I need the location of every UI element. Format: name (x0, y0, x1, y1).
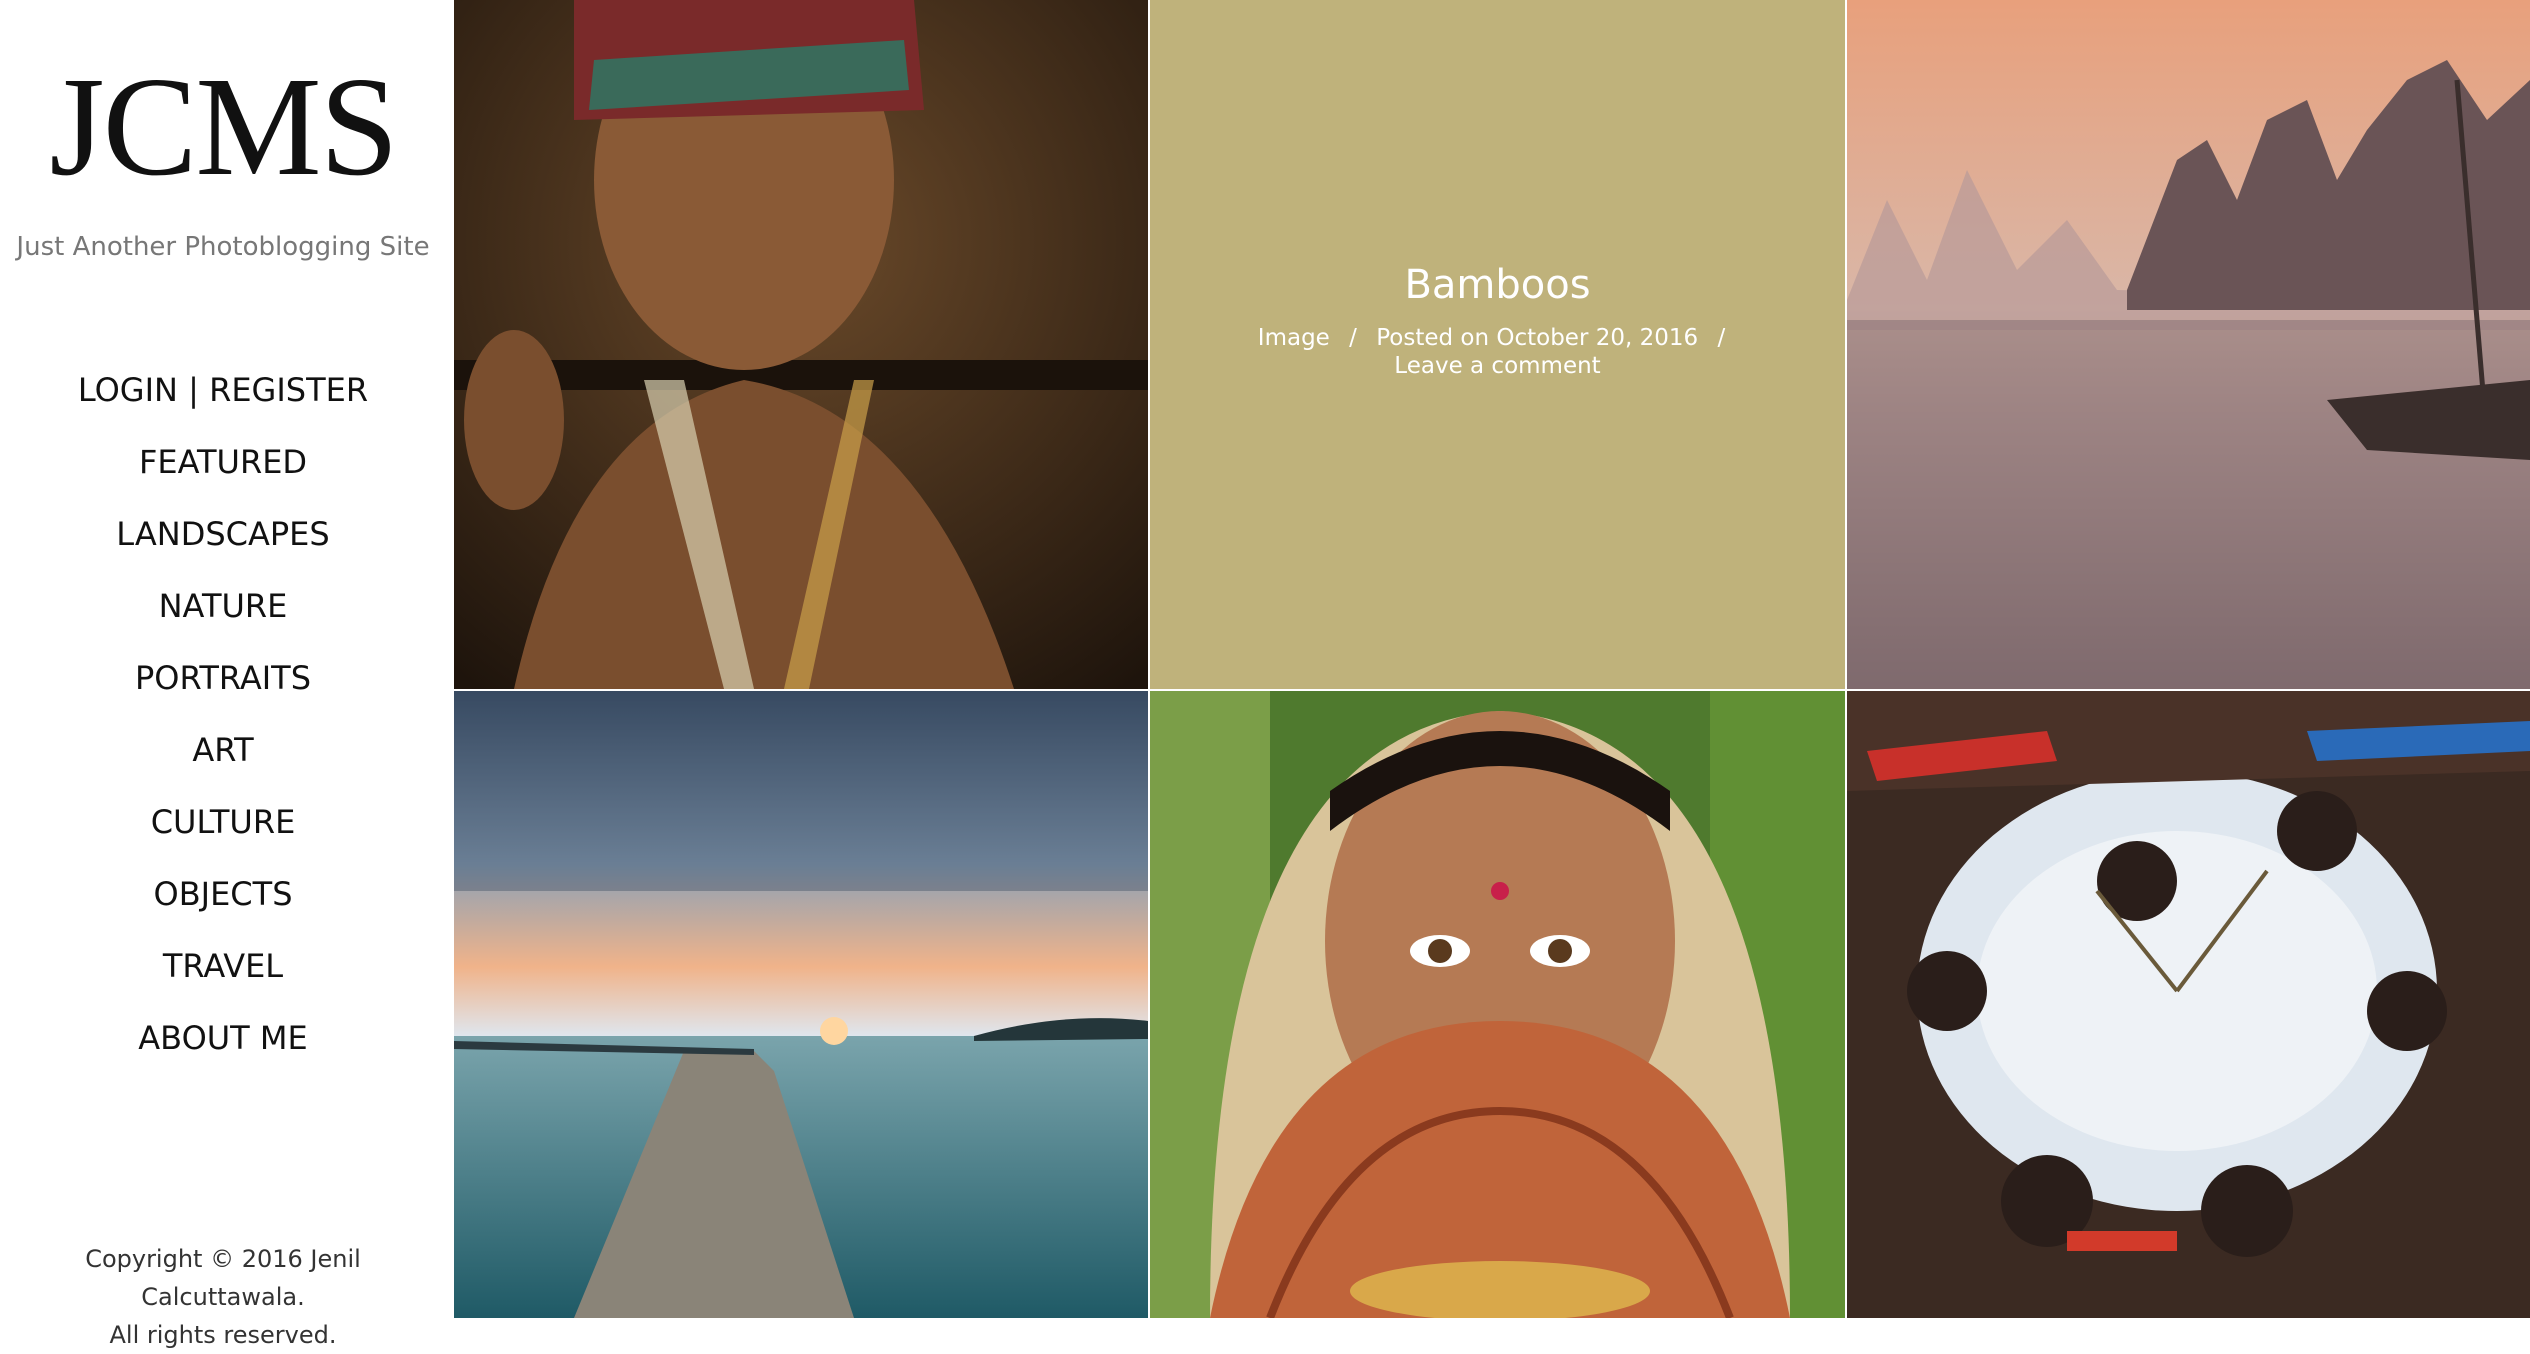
nav-item-about-me[interactable]: ABOUT ME (0, 1010, 446, 1082)
leave-comment-link[interactable]: Leave a comment (1394, 353, 1600, 379)
post-title[interactable]: Bamboos (1150, 262, 1845, 308)
nav-item-culture[interactable]: CULTURE (0, 794, 446, 866)
nav-item-portraits[interactable]: PORTRAITS (0, 650, 446, 722)
landscape-photo-icon (454, 691, 1148, 1318)
post-format-link[interactable]: Image (1258, 325, 1330, 351)
portrait-photo-icon (1150, 691, 1845, 1318)
portrait-photo-icon (454, 0, 1148, 689)
site-tagline: Just Another Photoblogging Site (16, 232, 430, 262)
nav-item-login-register[interactable]: LOGIN | REGISTER (0, 362, 446, 434)
culture-photo-icon (1847, 691, 2530, 1318)
post-date-link[interactable]: Posted on October 20, 2016 (1376, 325, 1698, 351)
rights-line: All rights reserved. (109, 1321, 337, 1349)
photo-tile-bride-henna[interactable] (1150, 691, 1845, 1318)
copyright: Copyright © 2016 Jenil Calcuttawala. All… (0, 1240, 446, 1354)
photo-tile-elder-man[interactable] (454, 0, 1148, 689)
nav-item-landscapes[interactable]: LANDSCAPES (0, 506, 446, 578)
main-nav: LOGIN | REGISTER FEATURED LANDSCAPES NAT… (0, 362, 446, 1082)
landscape-photo-icon (1847, 0, 2530, 689)
photo-tile-pier-sunset[interactable] (454, 691, 1148, 1318)
nav-item-nature[interactable]: NATURE (0, 578, 446, 650)
meta-separator: / (1717, 325, 1726, 351)
nav-item-art[interactable]: ART (0, 722, 446, 794)
post-meta: Image / Posted on October 20, 2016 / Lea… (1220, 324, 1775, 380)
site-title[interactable]: JCMS (0, 46, 446, 206)
featured-post-tile[interactable]: Bamboos Image / Posted on October 20, 20… (1150, 0, 1845, 689)
nav-item-objects[interactable]: OBJECTS (0, 866, 446, 938)
nav-item-travel[interactable]: TRAVEL (0, 938, 446, 1010)
photo-tile-tribal-circle[interactable] (1847, 691, 2530, 1318)
photo-tile-river-karst[interactable] (1847, 0, 2530, 689)
nav-item-featured[interactable]: FEATURED (0, 434, 446, 506)
meta-separator: / (1349, 325, 1357, 351)
copyright-line: Copyright © 2016 Jenil Calcuttawala. (85, 1245, 361, 1311)
sidebar: JCMS Just Another Photoblogging Site LOG… (0, 0, 454, 1349)
